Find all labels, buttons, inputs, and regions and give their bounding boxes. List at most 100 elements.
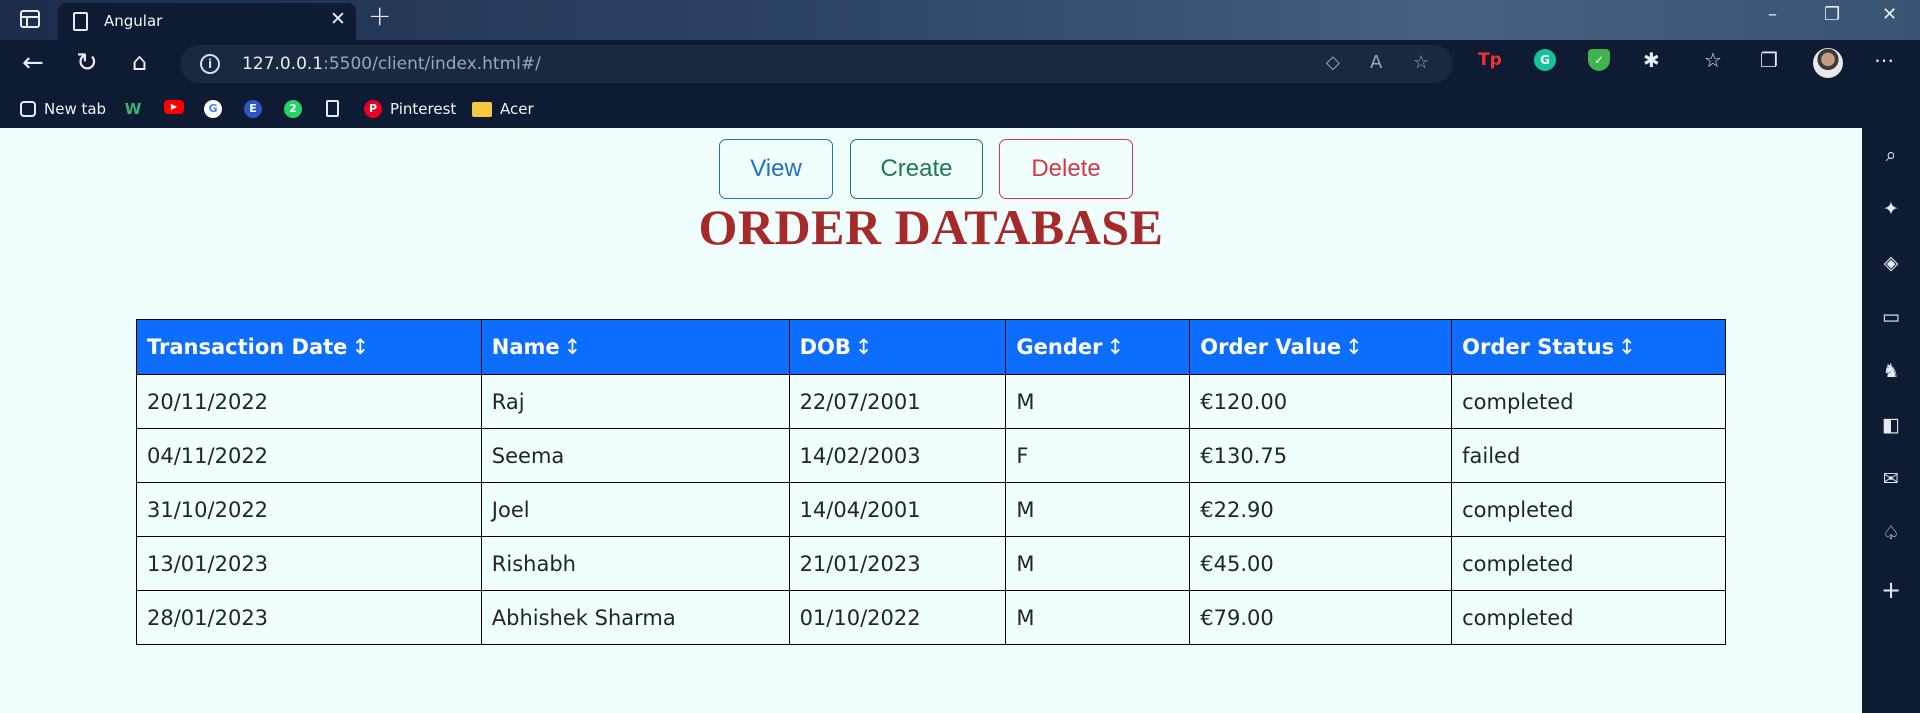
cell-gender: M <box>1005 590 1191 645</box>
add-sidebar-app-icon[interactable]: + <box>1862 578 1920 602</box>
read-aloud-icon[interactable]: A <box>1370 54 1382 72</box>
tools-icon[interactable]: ▭ <box>1862 308 1920 327</box>
bookmark-wordtune[interactable]: W <box>124 100 142 118</box>
cell-name: Raj <box>480 374 790 429</box>
cell-transaction-date: 20/11/2022 <box>136 374 482 429</box>
cell-order-value: €130.75 <box>1189 428 1453 483</box>
tp-extension-icon[interactable]: Tp <box>1478 49 1502 71</box>
shield-icon[interactable]: ✓ <box>1588 49 1610 71</box>
shopping-tag-icon[interactable]: ◈ <box>1862 254 1920 273</box>
office-icon[interactable]: ◧ <box>1862 416 1920 435</box>
cell-gender: F <box>1005 428 1191 483</box>
cell-order-status: completed <box>1451 374 1726 429</box>
bookmark-label: Acer <box>500 100 534 118</box>
cell-name: Abhishek Sharma <box>480 590 790 645</box>
page-icon <box>73 12 88 31</box>
folder-icon <box>472 101 492 117</box>
search-icon[interactable]: ⌕ <box>1862 146 1920 165</box>
page-content: View Create Delete ORDER DATABASE Transa… <box>0 128 1862 713</box>
url-text[interactable]: 127.0.0.1:5500/client/index.html#/ <box>242 54 541 74</box>
column-header-name[interactable]: Name ↕ <box>480 319 790 375</box>
more-icon[interactable]: ⋯ <box>1874 50 1894 70</box>
sort-icon[interactable]: ↕ <box>351 335 369 359</box>
create-button[interactable]: Create <box>850 139 983 199</box>
cell-gender: M <box>1005 482 1191 537</box>
notifications-icon[interactable]: ♤ <box>1862 524 1920 543</box>
games-icon[interactable]: ♞ <box>1862 362 1920 381</box>
column-header-gender[interactable]: Gender ↕ <box>1005 319 1191 375</box>
cell-gender: M <box>1005 536 1191 591</box>
bookmark-pinterest[interactable]: P Pinterest <box>364 100 456 118</box>
table-row: 13/01/2023 Rishabh 21/01/2023 M €45.00 c… <box>136 536 1726 591</box>
cell-name: Joel <box>480 482 790 537</box>
address-bar[interactable]: i 127.0.0.1:5500/client/index.html#/ ◇ A… <box>180 45 1453 83</box>
cell-order-status: completed <box>1451 482 1726 537</box>
bookmark-acer[interactable]: Acer <box>472 100 534 118</box>
browser-toolbar: ← ↻ ⌂ i 127.0.0.1:5500/client/index.html… <box>0 40 1920 128</box>
new-tab-button[interactable]: + <box>368 2 391 30</box>
column-header-order-value[interactable]: Order Value ↕ <box>1189 319 1453 375</box>
delete-button[interactable]: Delete <box>999 139 1133 199</box>
cell-transaction-date: 28/01/2023 <box>136 590 482 645</box>
close-tab-icon[interactable]: ✕ <box>330 10 346 29</box>
favorites-icon[interactable]: ☆ <box>1704 50 1722 70</box>
close-window-icon[interactable]: ✕ <box>1882 6 1897 24</box>
table-row: 04/11/2022 Seema 14/02/2003 F €130.75 fa… <box>136 428 1726 483</box>
page-icon <box>326 100 339 117</box>
cell-order-status: failed <box>1451 428 1726 483</box>
whatsapp-icon: 2 <box>284 100 302 118</box>
cell-name: Seema <box>480 428 790 483</box>
bookmark-page[interactable] <box>326 100 339 117</box>
orders-table: Transaction Date ↕ Name ↕ DOB ↕ Gender ↕ Ord… <box>136 319 1726 645</box>
refresh-icon[interactable]: ↻ <box>76 50 98 76</box>
back-icon[interactable]: ← <box>22 50 44 76</box>
column-header-transaction-date[interactable]: Transaction Date ↕ <box>136 319 482 375</box>
bookmark-new-tab[interactable]: New tab <box>20 100 106 118</box>
column-header-dob[interactable]: DOB ↕ <box>788 319 1007 375</box>
sort-icon[interactable]: ↕ <box>1618 335 1636 359</box>
home-icon[interactable]: ⌂ <box>132 50 147 74</box>
collections-icon[interactable]: ❐ <box>1760 50 1778 70</box>
tag-icon[interactable]: ◇ <box>1326 54 1340 72</box>
cell-dob: 22/07/2001 <box>788 374 1007 429</box>
bookmark-google[interactable]: G <box>204 100 222 118</box>
cell-transaction-date: 04/11/2022 <box>136 428 482 483</box>
google-icon: G <box>204 100 222 118</box>
cell-order-status: completed <box>1451 536 1726 591</box>
table-row: 28/01/2023 Abhishek Sharma 01/10/2022 M … <box>136 590 1726 645</box>
cell-dob: 21/01/2023 <box>788 536 1007 591</box>
tab-title: Angular <box>104 12 163 30</box>
bookmark-whatsapp[interactable]: 2 <box>284 100 302 118</box>
cell-order-value: €22.90 <box>1189 482 1453 537</box>
tab-actions-icon[interactable] <box>20 10 40 28</box>
extensions-icon[interactable]: ✱ <box>1643 50 1660 70</box>
copilot-icon[interactable]: ✦ <box>1862 200 1920 219</box>
cell-transaction-date: 31/10/2022 <box>136 482 482 537</box>
sort-icon[interactable]: ↕ <box>1106 335 1124 359</box>
sort-icon[interactable]: ↕ <box>855 335 873 359</box>
cell-dob: 14/02/2003 <box>788 428 1007 483</box>
pinterest-icon: P <box>364 100 382 118</box>
outlook-icon[interactable]: ✉ <box>1862 470 1920 489</box>
browser-tab[interactable]: Angular ✕ <box>58 3 356 40</box>
sort-icon[interactable]: ↕ <box>564 335 582 359</box>
cell-gender: M <box>1005 374 1191 429</box>
grammarly-icon[interactable]: G <box>1534 49 1556 71</box>
avatar[interactable] <box>1813 48 1843 78</box>
restore-icon[interactable]: ❐ <box>1824 6 1840 24</box>
bookmark-label: Pinterest <box>390 100 457 118</box>
site-info-icon[interactable]: i <box>200 54 220 74</box>
e-icon: E <box>244 100 262 118</box>
bookmark-e[interactable]: E <box>244 100 262 118</box>
sort-icon[interactable]: ↕ <box>1345 335 1363 359</box>
favorite-add-icon[interactable]: ☆ <box>1413 54 1429 72</box>
cell-name: Rishabh <box>480 536 790 591</box>
bookmark-label: New tab <box>44 100 107 118</box>
minimize-icon[interactable]: – <box>1768 6 1777 24</box>
view-button[interactable]: View <box>719 139 833 199</box>
column-header-order-status[interactable]: Order Status ↕ <box>1451 319 1726 375</box>
cell-order-value: €79.00 <box>1189 590 1453 645</box>
wordtune-icon: W <box>124 100 142 118</box>
bookmark-youtube[interactable]: ▶ <box>164 100 184 114</box>
table-header-row: Transaction Date ↕ Name ↕ DOB ↕ Gender ↕ Ord… <box>136 319 1726 375</box>
